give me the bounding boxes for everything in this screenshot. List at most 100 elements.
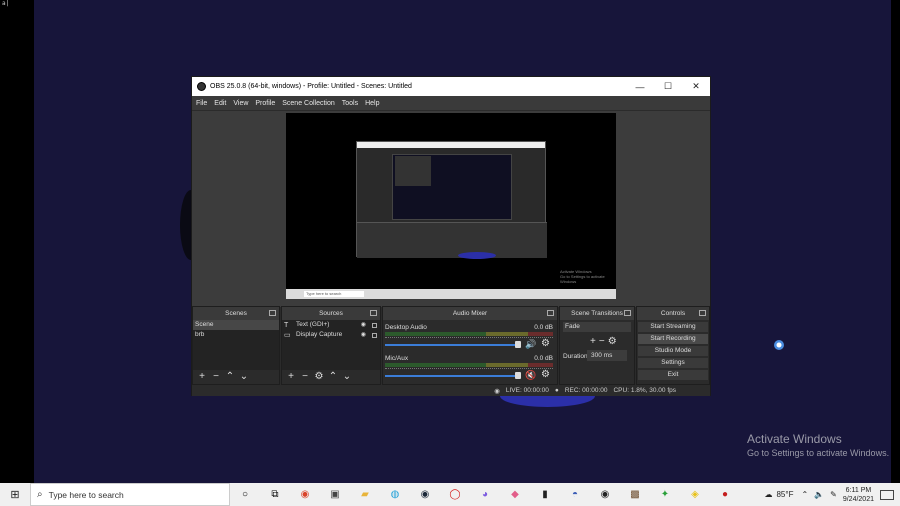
steam-icon[interactable]: ◉ xyxy=(410,489,440,500)
add-icon[interactable]: + xyxy=(197,371,207,382)
cortana-icon[interactable]: ○ xyxy=(230,489,260,500)
preview-canvas[interactable]: Activate Windows Go to Settings to activ… xyxy=(286,113,616,299)
undock-icon[interactable] xyxy=(370,310,377,316)
taskbar-search[interactable]: ⌕ Type here to search xyxy=(30,483,230,506)
discord-icon[interactable]: ◕ xyxy=(470,489,500,500)
app-red-icon[interactable]: ● xyxy=(710,489,740,500)
remove-icon[interactable]: − xyxy=(599,336,605,347)
title-bar[interactable]: OBS 25.0.8 (64-bit, windows) - Profile: … xyxy=(192,77,710,96)
menu-help[interactable]: Help xyxy=(365,100,379,107)
scene-item[interactable]: Scene xyxy=(193,320,279,330)
temperature[interactable]: 85°F xyxy=(776,490,793,499)
windows-start-icon[interactable]: ⊞ xyxy=(0,488,30,501)
app-green-icon[interactable]: ✦ xyxy=(650,489,680,500)
file-explorer-icon[interactable]: ▰ xyxy=(350,489,380,500)
sources-list: T Text (GDI+) ◉ ▭ Display Capture ◉ xyxy=(282,320,380,370)
menu-bar: File Edit View Profile Scene Collection … xyxy=(192,96,710,110)
weather-icon[interactable]: ☁ xyxy=(764,490,772,499)
gear-icon[interactable]: ⚙ xyxy=(541,369,550,380)
volume-meter xyxy=(385,363,553,367)
text-icon: T xyxy=(284,321,289,329)
scenes-toolbar: + − ⌃ ⌄ xyxy=(193,369,279,384)
move-down-icon[interactable]: ⌄ xyxy=(342,371,352,382)
volume-slider-handle[interactable] xyxy=(515,341,521,348)
volume-slider[interactable] xyxy=(385,375,519,377)
notification-icon[interactable] xyxy=(880,489,894,500)
headset-icon[interactable]: ◓ xyxy=(560,489,590,500)
transition-select[interactable]: Fade xyxy=(563,322,631,332)
scenes-header: Scenes xyxy=(193,307,279,320)
activate-windows-watermark: Activate Windows Go to Settings to activ… xyxy=(747,432,889,458)
store-icon[interactable]: ▣ xyxy=(320,489,350,500)
opera-icon[interactable]: ◯ xyxy=(440,489,470,500)
undock-icon[interactable] xyxy=(547,310,554,316)
lock-icon[interactable] xyxy=(372,332,377,338)
gear-icon[interactable]: ⚙ xyxy=(608,336,617,347)
channel-db: 0.0 dB xyxy=(534,355,553,362)
eye-icon[interactable]: ◉ xyxy=(361,320,366,330)
controls-title: Controls xyxy=(660,310,686,317)
pen-icon[interactable]: ✎ xyxy=(830,490,837,499)
remove-icon[interactable]: − xyxy=(300,371,310,382)
app-w-icon[interactable]: ◍ xyxy=(380,489,410,500)
speaker-icon[interactable]: 🔊 xyxy=(525,339,536,350)
epic-games-icon[interactable]: ▮ xyxy=(530,489,560,500)
sources-title: Sources xyxy=(319,310,343,317)
clock-date: 9/24/2021 xyxy=(842,495,874,503)
undock-icon[interactable] xyxy=(624,310,631,316)
source-item[interactable]: ▭ Display Capture ◉ xyxy=(282,330,380,340)
volume-slider[interactable] xyxy=(385,344,519,346)
duration-input[interactable]: 300 ms xyxy=(587,350,627,361)
corner-text: a| xyxy=(2,0,10,7)
gear-icon[interactable]: ⚙ xyxy=(314,371,324,382)
clock[interactable]: 6:11 PM 9/24/2021 xyxy=(843,486,874,504)
undock-icon[interactable] xyxy=(699,310,706,316)
status-bar: ◉ LIVE: 00:00:00 ● REC: 00:00:00 CPU: 1.… xyxy=(192,385,710,396)
duration-label: Duration xyxy=(563,353,588,360)
volume-slider-handle[interactable] xyxy=(515,372,521,379)
chrome-icon[interactable]: ◉ xyxy=(290,489,320,500)
preview-search: Type here to search xyxy=(304,291,364,297)
settings-button[interactable]: Settings xyxy=(638,358,708,368)
minimize-button[interactable]: — xyxy=(626,82,654,92)
move-up-icon[interactable]: ⌃ xyxy=(225,371,235,382)
preview-activate-watermark: Activate Windows Go to Settings to activ… xyxy=(560,269,616,284)
speaker-muted-icon[interactable]: 🔇 xyxy=(525,370,536,381)
norton-icon[interactable]: ◈ xyxy=(680,489,710,500)
exit-button[interactable]: Exit xyxy=(638,370,708,380)
menu-edit[interactable]: Edit xyxy=(214,100,226,107)
undock-icon[interactable] xyxy=(269,310,276,316)
sources-dock: Sources T Text (GDI+) ◉ ▭ Display Captur… xyxy=(281,306,381,385)
gear-icon[interactable]: ⚙ xyxy=(541,338,550,349)
obs-icon[interactable]: ◉ xyxy=(590,489,620,500)
eye-icon[interactable]: ◉ xyxy=(361,330,366,340)
scene-transitions-dock: Scene Transitions Fade + − ⚙ Duration 30… xyxy=(559,306,635,385)
remove-icon[interactable]: − xyxy=(211,371,221,382)
chevron-up-icon[interactable]: ⌃ xyxy=(801,490,808,499)
app-droplet-icon[interactable]: ◆ xyxy=(500,489,530,500)
menu-tools[interactable]: Tools xyxy=(342,100,358,107)
menu-view[interactable]: View xyxy=(233,100,248,107)
volume-icon[interactable]: 🔈 xyxy=(814,490,824,499)
menu-profile[interactable]: Profile xyxy=(255,100,275,107)
maximize-button[interactable]: ☐ xyxy=(654,81,682,92)
menu-file[interactable]: File xyxy=(196,100,207,107)
scene-item[interactable]: brb xyxy=(193,330,279,340)
close-button[interactable]: ✕ xyxy=(682,81,710,92)
move-up-icon[interactable]: ⌃ xyxy=(328,371,338,382)
rec-timer: REC: 00:00:00 xyxy=(564,387,608,394)
nested-inner-window xyxy=(395,156,431,186)
studio-mode-button[interactable]: Studio Mode xyxy=(638,346,708,356)
taskbar: ⊞ ⌕ Type here to search ○ ⧉ ◉ ▣ ▰ ◍ ◉ ◯ … xyxy=(0,483,900,506)
lock-icon[interactable] xyxy=(372,322,377,328)
add-icon[interactable]: + xyxy=(590,336,596,347)
minecraft-icon[interactable]: ▩ xyxy=(620,489,650,500)
task-view-icon[interactable]: ⧉ xyxy=(260,489,290,500)
start-recording-button[interactable]: Start Recording xyxy=(638,334,708,344)
start-streaming-button[interactable]: Start Streaming xyxy=(638,322,708,332)
menu-scene-collection[interactable]: Scene Collection xyxy=(282,100,335,107)
add-icon[interactable]: + xyxy=(286,371,296,382)
search-icon: ⌕ xyxy=(37,489,43,500)
source-item[interactable]: T Text (GDI+) ◉ xyxy=(282,320,380,330)
move-down-icon[interactable]: ⌄ xyxy=(239,371,249,382)
